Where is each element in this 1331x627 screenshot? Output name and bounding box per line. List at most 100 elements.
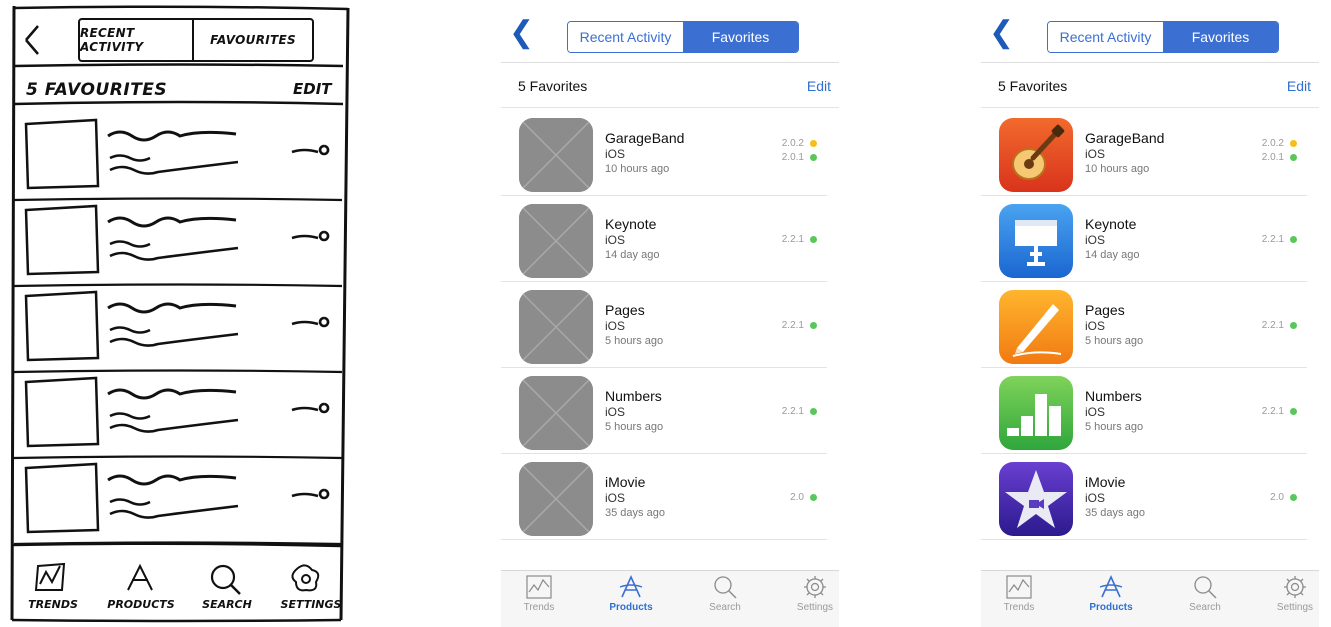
tab-bar: Trends Products Search Settings [501, 570, 839, 627]
version-badge: 2.0.2 [1262, 138, 1297, 149]
version-number: 2.2.1 [781, 320, 804, 331]
nav-bar: ❮ Recent Activity Favorites [501, 0, 839, 62]
status-dot-icon [1290, 236, 1297, 243]
tab-search[interactable]: Search [695, 575, 755, 613]
list-item-keynote[interactable]: Keynote iOS 14 day ago 2.2.1 [981, 196, 1319, 282]
version-number: 2.0 [790, 492, 804, 503]
favorites-count-title: 5 Favorites [998, 78, 1068, 94]
placeholder-image [519, 462, 593, 536]
tab-bar: Trends Products Search Settings [981, 570, 1319, 627]
sketch-tab-products[interactable]: PRODUCTS [102, 598, 180, 611]
app-platform: iOS [605, 491, 626, 505]
garageband-icon [999, 118, 1073, 192]
app-name: Pages [1085, 302, 1125, 318]
version-badge: 2.2.1 [1262, 406, 1297, 417]
status-dot-icon [810, 494, 817, 501]
list-item-keynote[interactable]: Keynote iOS 14 day ago 2.2.1 [501, 196, 839, 282]
pages-icon [999, 290, 1073, 364]
tab-settings[interactable]: Settings [1265, 575, 1325, 613]
favorites-count-title: 5 Favorites [518, 78, 588, 94]
segment-recent-activity[interactable]: Recent Activity [568, 22, 683, 52]
list-item-pages[interactable]: Pages iOS 5 hours ago 2.2.1 [981, 282, 1319, 368]
app-timestamp: 5 hours ago [1085, 335, 1144, 347]
row-divider [501, 539, 827, 540]
segment-recent-activity[interactable]: Recent Activity [1048, 22, 1163, 52]
app-platform: iOS [1085, 319, 1106, 333]
app-name: Keynote [1085, 216, 1137, 232]
trends-icon [989, 575, 1049, 599]
app-timestamp: 35 days ago [1085, 507, 1145, 519]
app-timestamp: 10 hours ago [1085, 163, 1150, 175]
list-item-pages[interactable]: Pages iOS 5 hours ago 2.2.1 [501, 282, 839, 368]
list-item-garageband[interactable]: GarageBand iOS 10 hours ago 2.0.2 2.0.1 [981, 110, 1319, 196]
app-platform: iOS [1085, 405, 1106, 419]
app-timestamp: 5 hours ago [605, 421, 664, 433]
app-name: Numbers [605, 388, 662, 404]
sketch-edit[interactable]: EDIT [293, 80, 332, 98]
tab-label: Trends [1003, 602, 1035, 613]
final-screen: ❮ Recent Activity Favorites 5 Favorites … [981, 0, 1319, 627]
tab-trends[interactable]: Trends [989, 575, 1049, 613]
divider [501, 107, 839, 108]
tab-label: Products [609, 602, 653, 613]
tab-products[interactable]: Products [601, 575, 661, 613]
version-number: 2.2.1 [781, 234, 804, 245]
search-icon [1175, 575, 1235, 599]
segment-favorites[interactable]: Favorites [683, 22, 798, 52]
version-number: 2.0.2 [1261, 138, 1284, 149]
status-dot-icon [810, 154, 817, 161]
trends-icon [509, 575, 569, 599]
version-badge: 2.0 [1270, 492, 1297, 503]
products-icon [601, 575, 661, 599]
app-platform: iOS [1085, 233, 1106, 247]
tab-settings[interactable]: Settings [785, 575, 845, 613]
sketch-tab-trends[interactable]: TRENDS [14, 598, 92, 611]
tab-label: Search [1189, 602, 1221, 613]
sketch-tab-search[interactable]: SEARCH [188, 598, 266, 611]
app-platform: iOS [605, 147, 626, 161]
app-name: Pages [605, 302, 645, 318]
placeholder-image [519, 204, 593, 278]
back-chevron-icon[interactable]: ❮ [509, 18, 534, 48]
list-item-imovie[interactable]: iMovie iOS 35 days ago 2.0 [981, 454, 1319, 540]
app-platform: iOS [605, 319, 626, 333]
back-chevron-icon[interactable]: ❮ [989, 18, 1014, 48]
row-divider [981, 539, 1307, 540]
sketch-segmented-control[interactable]: RECENT ACTIVITY FAVOURITES [78, 18, 314, 62]
sketch-tab-settings[interactable]: SETTINGS [272, 598, 350, 611]
list-item-numbers[interactable]: Numbers iOS 5 hours ago 2.2.1 [981, 368, 1319, 454]
app-name: iMovie [605, 474, 646, 490]
status-dot-icon [810, 236, 817, 243]
app-name: GarageBand [1085, 130, 1165, 146]
sketch-segment-favourites[interactable]: FAVOURITES [192, 20, 312, 60]
segmented-control[interactable]: Recent Activity Favorites [567, 21, 799, 53]
version-number: 2.0 [1270, 492, 1284, 503]
version-badge: 2.0.1 [782, 152, 817, 163]
version-badge: 2.2.1 [782, 234, 817, 245]
list-item-imovie[interactable]: iMovie iOS 35 days ago 2.0 [501, 454, 839, 540]
edit-button[interactable]: Edit [807, 78, 831, 94]
numbers-icon [999, 376, 1073, 450]
version-badge: 2.0.1 [1262, 152, 1297, 163]
tab-products[interactable]: Products [1081, 575, 1141, 613]
segmented-control[interactable]: Recent Activity Favorites [1047, 21, 1279, 53]
list-item-garageband[interactable]: GarageBand iOS 10 hours ago 2.0.2 2.0.1 [501, 110, 839, 196]
imovie-icon [999, 462, 1073, 536]
list-item-numbers[interactable]: Numbers iOS 5 hours ago 2.2.1 [501, 368, 839, 454]
wireframe-screen: ❮ Recent Activity Favorites 5 Favorites … [501, 0, 839, 627]
settings-icon [785, 575, 845, 599]
tab-search[interactable]: Search [1175, 575, 1235, 613]
tab-trends[interactable]: Trends [509, 575, 569, 613]
app-platform: iOS [1085, 147, 1106, 161]
search-icon [695, 575, 755, 599]
version-number: 2.0.2 [781, 138, 804, 149]
status-dot-icon [810, 322, 817, 329]
keynote-icon [999, 204, 1073, 278]
version-number: 2.2.1 [1261, 320, 1284, 331]
products-icon [1081, 575, 1141, 599]
edit-button[interactable]: Edit [1287, 78, 1311, 94]
version-number: 2.2.1 [1261, 406, 1284, 417]
segment-favorites[interactable]: Favorites [1163, 22, 1278, 52]
app-name: Numbers [1085, 388, 1142, 404]
sketch-segment-recent[interactable]: RECENT ACTIVITY [80, 20, 192, 60]
